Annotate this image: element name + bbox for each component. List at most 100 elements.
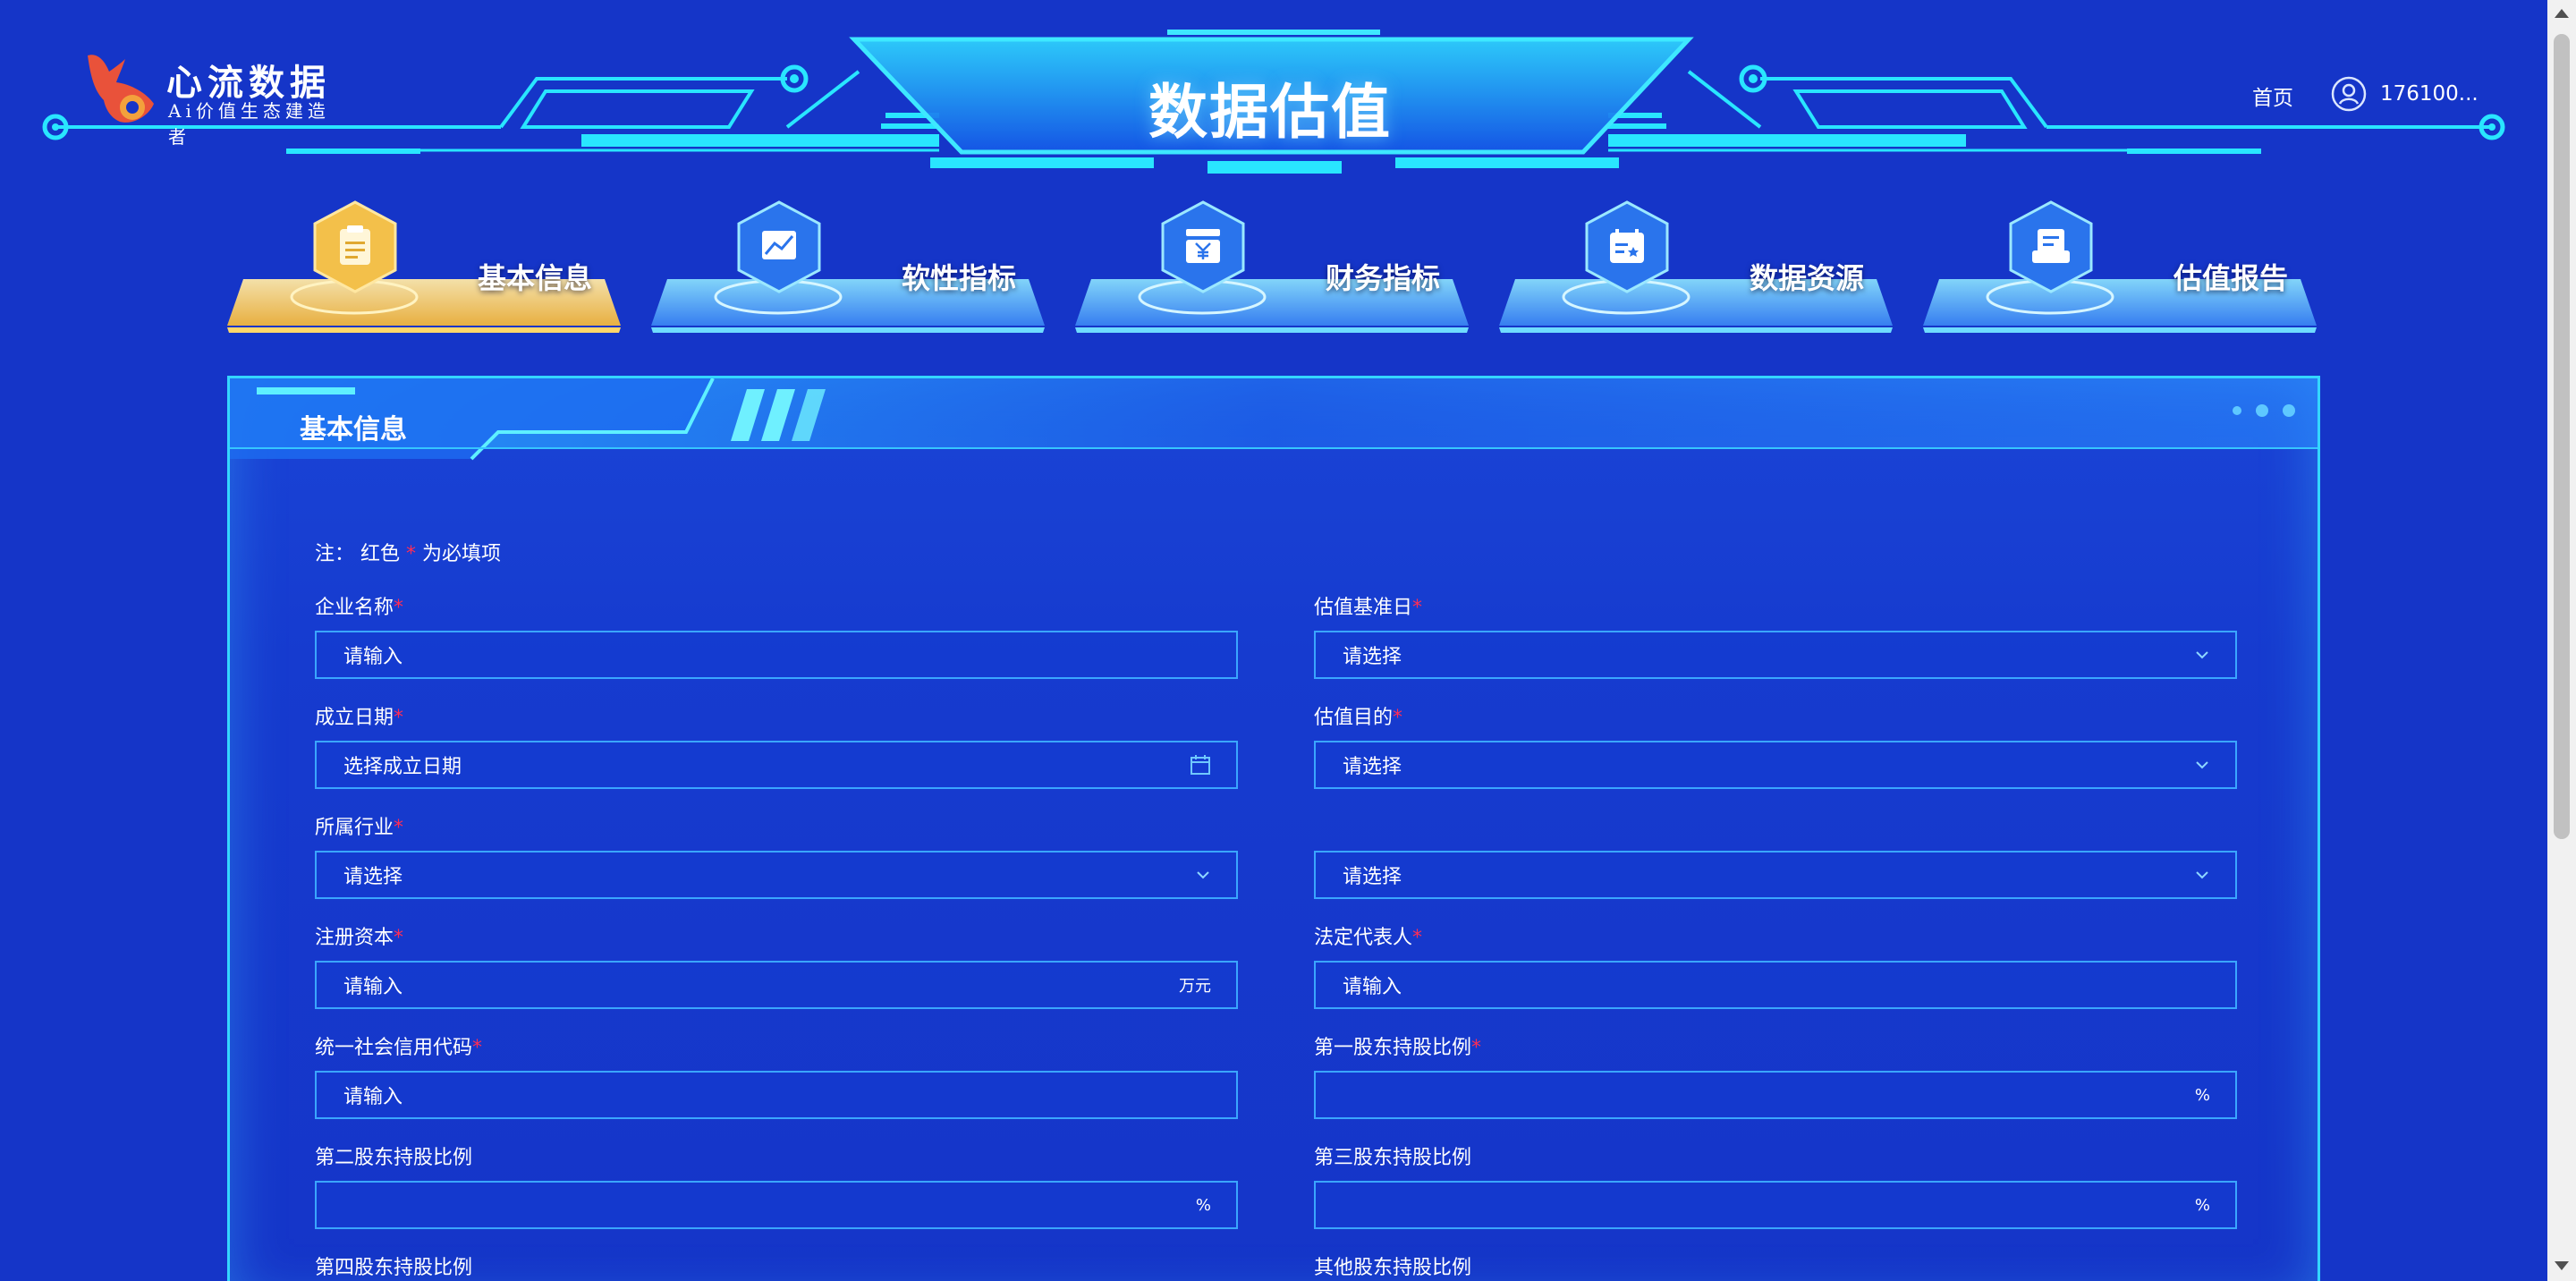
chart-icon [737, 200, 821, 293]
select-placeholder: 请选择 [1343, 866, 1402, 888]
field-label-text: 第二股东持股比例 [315, 1147, 473, 1169]
step-label: 数据资源 [1750, 261, 1865, 295]
legal-rep-field: 法定代表人* 请输入 [1314, 925, 2237, 1009]
logo-koi-icon [88, 55, 154, 123]
field-label: 第四股东持股比例 [315, 1255, 1238, 1281]
field-label-text: 其他股东持股比例 [1314, 1257, 1472, 1279]
required-star: * [1393, 707, 1403, 729]
field-label: 企业名称* [315, 595, 1238, 622]
field-label-text: 统一社会信用代码 [315, 1037, 473, 1059]
clipboard-icon [313, 200, 397, 293]
scroll-up-arrow[interactable] [2555, 9, 2569, 18]
step-data-resources[interactable]: 数据资源 [1497, 195, 1894, 338]
field-label: 所属行业* [315, 815, 1238, 842]
note-color-word: 红色 [360, 543, 401, 565]
required-note: 注： 红色 * 为必填项 [315, 538, 501, 566]
field-label-text: 估值基准日 [1314, 597, 1413, 619]
valuation-purpose-field: 估值目的* 请选择 [1314, 705, 2237, 789]
scroll-thumb[interactable] [2554, 34, 2570, 839]
company-name-field: 企业名称* 请输入 [315, 595, 1238, 679]
unit-suffix: % [2194, 1195, 2210, 1215]
valuation-purpose-select[interactable]: 请选择 [1314, 741, 2237, 789]
field-label: 统一社会信用代码* [315, 1035, 1238, 1062]
field-label-text: 注册资本 [315, 927, 394, 949]
unit-suffix: % [2194, 1085, 2210, 1105]
page-scrollbar[interactable] [2547, 0, 2576, 1281]
yen-icon [1161, 200, 1245, 293]
valuation-date-field: 估值基准日* 请选择 [1314, 595, 2237, 679]
select-placeholder: 请选择 [1343, 756, 1402, 778]
holder1-field: 第一股东持股比例* % [1314, 1035, 2237, 1119]
registered-capital-field: 注册资本* 请输入 万元 [315, 925, 1238, 1009]
step-valuation-report[interactable]: 估值报告 [1921, 195, 2318, 338]
unit-suffix: 万元 [1179, 977, 1211, 996]
holder3-input[interactable]: % [1314, 1181, 2237, 1229]
panel-header: 基本信息 [230, 378, 2318, 468]
field-label-text: 第四股东持股比例 [315, 1257, 473, 1279]
select-placeholder: 请选择 [343, 866, 403, 888]
required-star: * [1471, 1037, 1482, 1059]
field-label: 估值目的* [1314, 705, 2237, 732]
input-placeholder: 请输入 [343, 976, 403, 998]
calendar-icon [1191, 755, 1210, 775]
legal-rep-input[interactable]: 请输入 [1314, 961, 2237, 1009]
chevron-down-icon [2196, 871, 2208, 879]
step-label: 估值报告 [2174, 261, 2289, 295]
step-soft-metrics[interactable]: 软性指标 [649, 195, 1046, 338]
required-star: * [1412, 597, 1423, 619]
required-star: * [472, 1037, 483, 1059]
chevron-down-icon [1197, 871, 1209, 879]
panel-header-decoration [230, 378, 2318, 468]
unit-suffix: % [1195, 1195, 1211, 1215]
holder1-input[interactable]: % [1314, 1071, 2237, 1119]
input-placeholder: 请输入 [1343, 976, 1402, 998]
user-menu[interactable]: 176100... [2330, 75, 2479, 113]
required-star: * [394, 927, 404, 949]
field-label: 第二股东持股比例 [315, 1145, 1238, 1172]
field-label-text: 所属行业 [315, 817, 394, 839]
holder4-field: 第四股东持股比例 [315, 1255, 1238, 1281]
valuation-date-select[interactable]: 请选择 [1314, 631, 2237, 679]
home-link[interactable]: 首页 [2252, 81, 2293, 111]
field-label-text: 第一股东持股比例 [1314, 1037, 1472, 1059]
founding-date-picker[interactable]: 选择成立日期 [315, 741, 1238, 789]
industry-select[interactable]: 请选择 [315, 851, 1238, 899]
note-suffix: 为必填项 [422, 543, 502, 565]
registered-capital-input[interactable]: 请输入 万元 [315, 961, 1238, 1009]
field-label-text: 企业名称 [315, 597, 394, 619]
field-label [1314, 815, 2237, 842]
input-placeholder: 请输入 [343, 646, 403, 668]
step-financial-metrics[interactable]: 财务指标 [1073, 195, 1470, 338]
basic-info-panel: 基本信息 注： 红色 * 为必填项 企业名称* 请输入 成立日期* 选择成立日期… [227, 376, 2320, 1281]
field-label-text: 第三股东持股比例 [1314, 1147, 1472, 1169]
required-star: * [394, 817, 404, 839]
required-star: * [406, 543, 417, 565]
credit-code-field: 统一社会信用代码* 请输入 [315, 1035, 1238, 1119]
user-circle-icon [2331, 76, 2367, 112]
holder2-input[interactable]: % [315, 1181, 1238, 1229]
step-basic-info[interactable]: 基本信息 [225, 195, 623, 338]
holder2-field: 第二股东持股比例 % [315, 1145, 1238, 1229]
logo[interactable]: 心流数据 Ai价值生态建造者 [79, 50, 347, 148]
credit-code-input[interactable]: 请输入 [315, 1071, 1238, 1119]
input-placeholder: 选择成立日期 [343, 756, 462, 778]
holder-other-field: 其他股东持股比例 [1314, 1255, 2237, 1281]
step-label: 基本信息 [478, 261, 593, 295]
field-label-text: 成立日期 [315, 707, 394, 729]
required-star: * [394, 597, 404, 619]
step-label: 财务指标 [1326, 261, 1441, 295]
company-name-input[interactable]: 请输入 [315, 631, 1238, 679]
holder3-field: 第三股东持股比例 % [1314, 1145, 2237, 1229]
header: 心流数据 Ai价值生态建造者 数据估值 首页 176100... [0, 0, 2547, 188]
purpose-detail-select[interactable]: 请选择 [1314, 851, 2237, 899]
field-label-text: 法定代表人 [1314, 927, 1413, 949]
scroll-down-arrow[interactable] [2555, 1261, 2569, 1270]
logo-slogan: Ai价值生态建造者 [168, 100, 330, 148]
app: 心流数据 Ai价值生态建造者 数据估值 首页 176100... 基本信息 软性… [0, 0, 2547, 1281]
purpose-detail-field: 请选择 [1314, 815, 2237, 899]
step-nav: 基本信息 软性指标 财务指标 数据资源 估值报告 [225, 195, 2322, 338]
field-label: 其他股东持股比例 [1314, 1255, 2237, 1281]
field-label: 估值基准日* [1314, 595, 2237, 622]
field-label: 法定代表人* [1314, 925, 2237, 952]
field-label: 注册资本* [315, 925, 1238, 952]
